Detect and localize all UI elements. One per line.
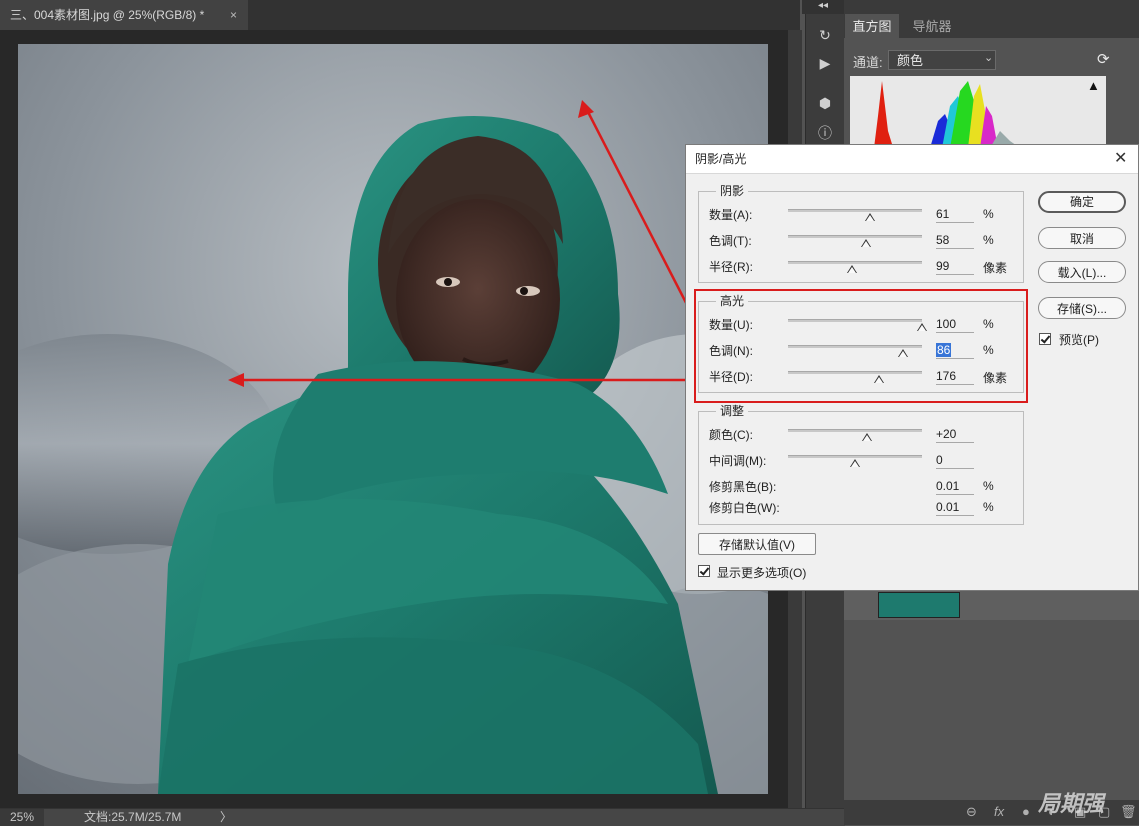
highlight-radius-label: 半径(D): xyxy=(709,370,753,384)
midtone-input[interactable]: 0 xyxy=(936,452,974,469)
shadow-radius-thumb[interactable] xyxy=(847,265,858,273)
shadow-amount-thumb[interactable] xyxy=(864,213,875,221)
clip-black-input[interactable]: 0.01 xyxy=(936,478,974,495)
clip-white-label: 修剪白色(W): xyxy=(709,501,780,515)
dialog-title: 阴影/高光 xyxy=(695,152,747,166)
close-icon[interactable]: ✕ xyxy=(1114,145,1127,173)
collapse-panels-icon[interactable]: ◂◂ xyxy=(802,0,844,14)
cancel-button[interactable]: 取消 xyxy=(1038,227,1126,249)
status-menu-arrow-icon[interactable]: 〉 xyxy=(220,809,232,826)
color-correction-label: 颜色(C): xyxy=(709,428,753,442)
highlight-tone-label: 色调(N): xyxy=(709,344,753,358)
channel-select[interactable]: 颜色 xyxy=(888,50,996,70)
midtone-slider[interactable] xyxy=(788,455,922,458)
midtone-thumb[interactable] xyxy=(850,459,860,467)
load-button[interactable]: 载入(L)... xyxy=(1038,261,1126,283)
highlight-tone-slider[interactable] xyxy=(788,345,922,348)
shadow-tone-label: 色调(T): xyxy=(709,234,752,248)
highlight-amount-thumb[interactable] xyxy=(917,323,927,331)
highlight-tone-unit: % xyxy=(983,343,994,357)
highlight-amount-label: 数量(U): xyxy=(709,318,753,332)
play-action-icon[interactable]: ▶ xyxy=(814,52,836,74)
refresh-icon[interactable]: ⟳ xyxy=(1097,50,1110,68)
status-bar: 25% 文档:25.7M/25.7M 〉 xyxy=(0,808,845,826)
highlights-group-label: 高光 xyxy=(716,292,749,309)
zoom-level[interactable]: 25% xyxy=(0,809,44,826)
color-correction-slider[interactable] xyxy=(788,429,922,432)
shadow-tone-unit: % xyxy=(983,233,994,247)
highlight-tone-thumb[interactable] xyxy=(898,349,909,357)
more-options-label: 显示更多选项(O) xyxy=(717,566,807,580)
tab-histogram[interactable]: 直方图 xyxy=(845,14,899,38)
highlight-amount-input[interactable]: 100 xyxy=(936,316,974,333)
midtone-label: 中间调(M): xyxy=(709,454,767,468)
histogram-graph xyxy=(850,76,1106,148)
warning-icon[interactable]: ▲ xyxy=(1087,78,1100,93)
shadow-amount-label: 数量(A): xyxy=(709,208,753,222)
dialog-title-bar[interactable]: 阴影/高光 ✕ xyxy=(686,145,1138,174)
shadow-amount-slider[interactable] xyxy=(788,209,922,212)
histogram-plot xyxy=(850,76,1106,148)
highlight-amount-unit: % xyxy=(983,317,994,331)
shadows-highlights-dialog: 阴影/高光 ✕ 阴影 高光 调整 数量(A): 61 % 色调(T): 58 %… xyxy=(685,144,1139,591)
watermark-logo: 局期强 xyxy=(1038,791,1105,816)
ok-button[interactable]: 确定 xyxy=(1038,191,1126,213)
tab-navigator[interactable]: 导航器 xyxy=(904,14,960,38)
shadow-amount-input[interactable]: 61 xyxy=(936,206,974,223)
adjust-group-label: 调整 xyxy=(716,402,749,419)
highlight-radius-input[interactable]: 176 xyxy=(936,368,974,385)
shadow-tone-thumb[interactable] xyxy=(860,239,871,247)
more-options-checkbox[interactable] xyxy=(698,565,710,577)
3d-cube-icon[interactable]: ⬢ xyxy=(814,92,836,114)
clip-black-label: 修剪黑色(B): xyxy=(709,480,777,494)
shadow-tone-slider[interactable] xyxy=(788,235,922,238)
document-info: 文档:25.7M/25.7M xyxy=(84,810,182,824)
preview-checkbox[interactable] xyxy=(1039,333,1051,345)
link-layers-icon[interactable]: ⊖ xyxy=(966,804,977,820)
preview-label: 预览(P) xyxy=(1059,333,1099,347)
chevron-down-icon: ⌄ xyxy=(984,52,994,64)
color-correction-thumb[interactable] xyxy=(862,433,873,441)
shadow-radius-label: 半径(R): xyxy=(709,260,753,274)
mask-icon[interactable]: ● xyxy=(1022,804,1030,819)
layer-thumbnail[interactable] xyxy=(878,592,960,618)
highlight-tone-input[interactable]: 86 xyxy=(936,342,974,359)
shadow-amount-unit: % xyxy=(983,207,994,221)
history-icon[interactable]: ↻ xyxy=(814,24,836,46)
channel-label: 通道: xyxy=(853,55,883,70)
info-icon[interactable]: ⓘ xyxy=(814,122,836,144)
clip-white-unit: % xyxy=(983,500,994,514)
trash-icon[interactable]: 🗑 xyxy=(1120,804,1137,820)
highlight-amount-slider[interactable] xyxy=(788,319,922,322)
highlight-radius-unit: 像素 xyxy=(983,371,1008,385)
highlight-radius-thumb[interactable] xyxy=(874,375,885,383)
shadow-radius-input[interactable]: 99 xyxy=(936,258,974,275)
shadow-radius-unit: 像素 xyxy=(983,261,1008,275)
save-button[interactable]: 存储(S)... xyxy=(1038,297,1126,319)
color-correction-input[interactable]: +20 xyxy=(936,426,974,443)
save-defaults-button[interactable]: 存储默认值(V) xyxy=(698,533,816,555)
highlight-radius-slider[interactable] xyxy=(788,371,922,374)
shadow-tone-input[interactable]: 58 xyxy=(936,232,974,249)
shadow-radius-slider[interactable] xyxy=(788,261,922,264)
fx-icon[interactable]: fx xyxy=(994,804,1004,819)
clip-white-input[interactable]: 0.01 xyxy=(936,499,974,516)
shadows-group-label: 阴影 xyxy=(716,182,749,199)
clip-black-unit: % xyxy=(983,479,994,493)
